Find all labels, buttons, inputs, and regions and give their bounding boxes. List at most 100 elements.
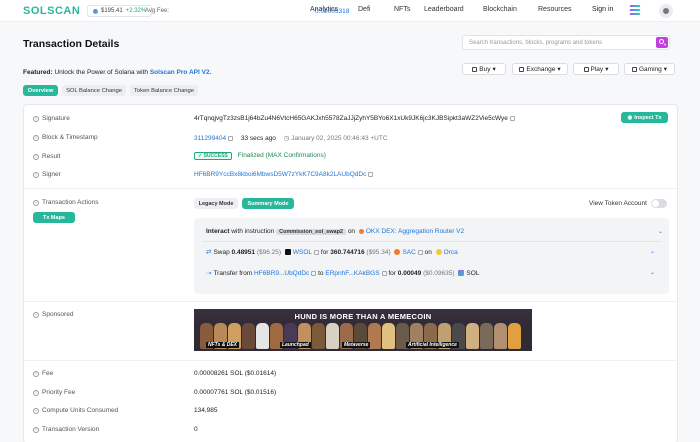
nav-resources[interactable]: Resources — [538, 6, 571, 13]
help-icon: ? — [33, 153, 39, 160]
tab-token-balance-change[interactable]: Token Balance Change — [130, 85, 198, 96]
orca-icon — [435, 249, 442, 255]
transaction-version-value: 0 — [194, 426, 198, 433]
exchange-button[interactable]: Exchange ▾ — [512, 63, 568, 75]
finalized-text: Finalized (MAX Confirmations) — [237, 152, 326, 159]
sac-icon — [394, 249, 401, 255]
instruction-chip: Commission_sol_swap2 — [276, 229, 346, 235]
nav-analytics[interactable]: Analytics — [310, 6, 338, 13]
divider — [24, 188, 677, 189]
help-icon: ? — [33, 311, 39, 318]
search-button[interactable] — [656, 37, 668, 48]
divider — [24, 360, 677, 361]
featured-link[interactable]: Solscan Pro API V2. — [150, 69, 212, 76]
solscan-logo[interactable]: SOLSCAN — [23, 5, 80, 17]
help-icon: ? — [33, 426, 39, 433]
top-navbar: SOLSCAN $195.41 +2.32% Avg Fee: 0.000053… — [0, 0, 700, 22]
theme-toggle-icon[interactable] — [659, 4, 673, 18]
play-icon — [583, 66, 589, 72]
eye-icon: ◉ — [627, 114, 633, 121]
wsol-icon — [284, 249, 291, 255]
sponsored-label: ? Sponsored — [33, 311, 74, 318]
play-label: Play — [590, 65, 604, 73]
sol-price: $195.41 — [101, 8, 123, 14]
signer-link[interactable]: HF6BR9YccBx8kboi6MbwsD5W7zYkK7C9A8k2LAUb… — [194, 171, 366, 178]
transfer-to-link[interactable]: ERpnhF...KAkBGS — [325, 270, 379, 277]
search-placeholder: Search transactions, blocks, programs an… — [469, 40, 603, 46]
tab-overview[interactable]: Overview — [23, 85, 58, 96]
nav-leaderboard[interactable]: Leaderboard — [424, 6, 464, 13]
instruction-details: ⇄ Swap 0.48951 ($96.25) WSOL for 360.7447… — [202, 241, 661, 287]
result-value: ✓ SUCCESS Finalized (MAX Confirmations) — [194, 152, 326, 160]
time-ago: 33 secs ago — [240, 135, 276, 142]
avg-fee-label: Avg Fee: — [145, 8, 169, 14]
sol-price-change: +2.32% — [125, 8, 147, 14]
compute-units-value: 134,985 — [194, 407, 218, 414]
play-button[interactable]: Play ▾ — [573, 63, 619, 75]
copy-icon[interactable] — [311, 271, 317, 276]
result-label: ? Result — [33, 153, 61, 160]
sac-link[interactable]: SAC — [402, 249, 415, 256]
interact-prefix: Interact — [206, 228, 230, 235]
transfer-row: ⇢ Transfer from HF6BR9...UbQdDc to ERpnhF… — [206, 270, 480, 277]
legacy-mode-button[interactable]: Legacy Mode — [194, 198, 238, 209]
banner-caption: Artificial Intelligence — [406, 342, 459, 348]
featured-prefix: Featured: — [23, 69, 53, 76]
copy-icon[interactable] — [417, 250, 423, 255]
success-badge: ✓ SUCCESS — [194, 152, 232, 160]
view-token-account-toggle[interactable] — [651, 199, 667, 208]
help-icon: ? — [33, 115, 39, 122]
compute-units-label: ? Compute Units Consumed — [33, 407, 119, 414]
timestamp: January 02, 2025 00:46:43 +UTC — [291, 135, 388, 142]
solana-network-icon[interactable] — [629, 5, 641, 15]
chevron-down-icon[interactable]: ⌄ — [650, 269, 655, 276]
sol-price-pill[interactable]: $195.41 +2.32% — [87, 5, 153, 17]
banner-title: HUND IS MORE THAN A MEMECOIN — [294, 312, 432, 321]
nav-defi[interactable]: Defi — [358, 6, 370, 13]
sponsored-banner[interactable]: HUND IS MORE THAN A MEMECOIN NFTs & DEX … — [194, 309, 532, 351]
copy-icon[interactable] — [368, 172, 374, 177]
divider — [24, 301, 677, 302]
buy-label: Buy — [479, 65, 491, 73]
gaming-button[interactable]: Gaming ▾ — [624, 63, 675, 75]
tab-sol-balance-change[interactable]: SOL Balance Change — [62, 85, 126, 96]
chevron-down-icon[interactable]: ⌄ — [650, 248, 655, 255]
wsol-link[interactable]: WSOL — [293, 249, 312, 256]
orca-link[interactable]: Orca — [444, 249, 458, 256]
interact-with: with instruction — [231, 228, 275, 235]
block-link[interactable]: 311299404 — [194, 135, 226, 142]
help-icon: ? — [33, 407, 39, 414]
transfer-from-link[interactable]: HF6BR9...UbQdDc — [254, 270, 309, 277]
copy-icon[interactable] — [381, 271, 387, 276]
copy-icon[interactable] — [509, 116, 515, 121]
inspect-tx-button[interactable]: ◉ Inspect Tx — [621, 112, 668, 123]
signature-text: 4rTqnqjvgTz3zsB1j64bZu4N6VtcH65GAKJxh557… — [194, 115, 508, 122]
inspect-label: Inspect Tx — [634, 114, 662, 121]
program-link[interactable]: OKX DEX: Aggregation Router V2 — [366, 228, 464, 235]
clock-icon: ◷ — [283, 135, 290, 142]
help-icon: ? — [33, 370, 39, 377]
priority-fee-value: 0.00007761 SOL ($0.01516) — [194, 389, 277, 396]
tx-maps-button[interactable]: Tx Maps — [33, 212, 75, 223]
buy-button[interactable]: Buy ▾ — [462, 63, 506, 75]
avg-fee: Avg Fee: 0.00005318 — [145, 8, 349, 15]
transaction-actions-label: ? Transaction Actions — [33, 199, 99, 206]
nav-blockchain[interactable]: Blockchain — [483, 6, 517, 13]
chevron-down-icon[interactable]: ⌄ — [658, 228, 663, 235]
help-icon: ? — [33, 199, 39, 206]
summary-mode-button[interactable]: Summary Mode — [242, 198, 294, 209]
signature-label: ? Signature — [33, 115, 70, 122]
copy-icon[interactable] — [228, 136, 234, 141]
sol-token: SOL — [466, 270, 480, 277]
exchange-icon — [519, 66, 525, 72]
featured-banner: Featured: Unlock the Power of Solana wit… — [23, 69, 211, 76]
search-input[interactable]: Search transactions, blocks, programs an… — [462, 35, 670, 50]
nav-nfts[interactable]: NFTs — [394, 6, 410, 13]
solana-icon — [93, 8, 98, 14]
logo-text: SOLSCAN — [23, 5, 81, 17]
help-icon: ? — [33, 134, 39, 141]
sol-icon — [458, 270, 465, 276]
transfer-amount: 0.00049 — [397, 270, 422, 277]
sign-in-link[interactable]: Sign in — [592, 6, 613, 13]
copy-icon[interactable] — [314, 250, 320, 255]
